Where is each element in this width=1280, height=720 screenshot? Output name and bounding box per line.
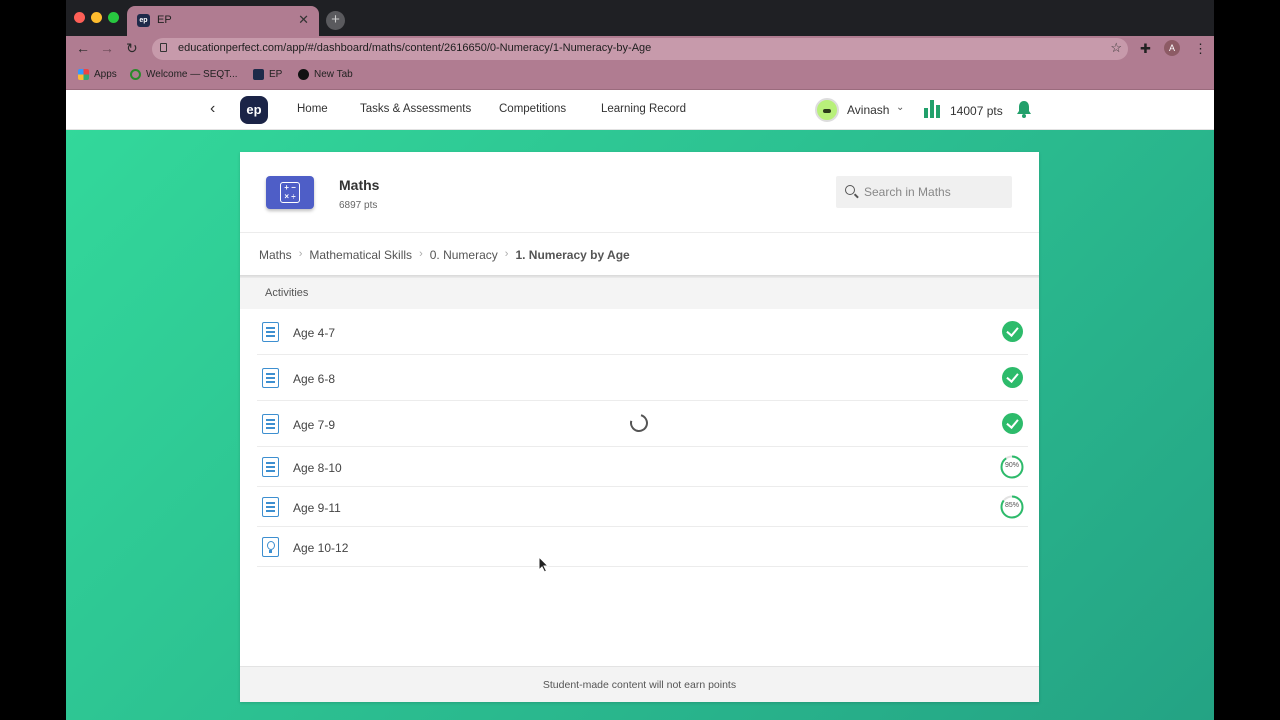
bookmark-label: EP bbox=[269, 69, 283, 80]
top-nav: ‹ ep Home Tasks & Assessments Competitio… bbox=[66, 90, 1214, 130]
breadcrumb-item-current: 1. Numeracy by Age bbox=[515, 248, 630, 262]
search-input[interactable] bbox=[864, 176, 1004, 208]
list-item[interactable]: Age 10-12 bbox=[257, 527, 1028, 567]
list-item[interactable]: Age 6-8 bbox=[257, 355, 1028, 401]
calculator-icon: + − × ÷ bbox=[266, 176, 314, 209]
footer: Student-made content will not earn point… bbox=[240, 666, 1039, 702]
progress-ring: 85% bbox=[1000, 495, 1024, 519]
bookmark-star-icon[interactable]: ☆ bbox=[1110, 40, 1122, 56]
browser-tab-bar: ep EP ✕ + bbox=[66, 0, 1214, 36]
nav-home[interactable]: Home bbox=[297, 103, 328, 115]
user-avatar[interactable] bbox=[815, 98, 839, 122]
subject-icon-symbols: + − × ÷ bbox=[280, 182, 300, 203]
chevron-right-icon: › bbox=[504, 248, 509, 260]
activities-heading: Activities bbox=[265, 287, 309, 299]
breadcrumb-item-numeracy[interactable]: 0. Numeracy bbox=[430, 248, 498, 262]
chevron-down-icon[interactable]: ⌄ bbox=[896, 102, 904, 113]
screen: ep EP ✕ + ← → ↻ educationperfect.com/app… bbox=[66, 0, 1214, 720]
progress-label: 85% bbox=[1004, 502, 1019, 509]
total-points: 14007 pts bbox=[950, 104, 1003, 118]
apps-grid-icon bbox=[78, 69, 89, 80]
cursor-arrow bbox=[538, 556, 550, 573]
nav-learning-record[interactable]: Learning Record bbox=[601, 103, 686, 115]
activity-label: Age 8-10 bbox=[293, 461, 342, 475]
lightbulb-icon bbox=[262, 537, 279, 557]
app-area: ‹ ep Home Tasks & Assessments Competitio… bbox=[66, 90, 1214, 720]
new-tab-button[interactable]: + bbox=[326, 11, 345, 30]
bookmark-ep[interactable]: EP bbox=[253, 69, 282, 80]
list-document-icon bbox=[262, 368, 279, 388]
extensions-puzzle-icon[interactable]: ✚ bbox=[1140, 41, 1151, 57]
ep-favicon-icon: ep bbox=[137, 14, 150, 27]
activity-label: Age 9-11 bbox=[293, 501, 341, 515]
minimize-window-button[interactable] bbox=[91, 12, 102, 23]
activity-label: Age 7-9 bbox=[293, 418, 336, 432]
chevron-right-icon: › bbox=[419, 248, 423, 260]
breadcrumb-item-maths[interactable]: Maths bbox=[259, 248, 292, 262]
check-circle-icon bbox=[1002, 367, 1023, 388]
bookmark-label: New Tab bbox=[314, 69, 353, 80]
username[interactable]: Avinash bbox=[847, 103, 889, 117]
browser-menu-icon[interactable]: ⋮ bbox=[1194, 41, 1207, 57]
circle-icon bbox=[298, 69, 309, 80]
maximize-window-button[interactable] bbox=[108, 12, 119, 23]
bookmark-new-tab[interactable]: New Tab bbox=[298, 69, 353, 80]
bookmark-label: Welcome — SEQT... bbox=[146, 69, 238, 80]
content-card: + − × ÷ Maths 6897 pts Maths › Mathemati… bbox=[240, 152, 1039, 702]
browser-toolbar: ← → ↻ educationperfect.com/app/#/dashboa… bbox=[66, 36, 1214, 62]
subject-search bbox=[836, 176, 1012, 208]
breadcrumb: Maths › Mathematical Skills › 0. Numerac… bbox=[259, 248, 630, 262]
progress-ring: 90% bbox=[1000, 455, 1024, 479]
bookmark-label: Apps bbox=[94, 69, 117, 80]
bookmark-apps[interactable]: Apps bbox=[78, 69, 117, 80]
breadcrumb-item-mathematical-skills[interactable]: Mathematical Skills bbox=[309, 248, 412, 262]
ep-logo[interactable]: ep bbox=[240, 96, 268, 124]
ep-icon bbox=[253, 69, 264, 80]
activity-label: Age 6-8 bbox=[293, 372, 336, 386]
profile-avatar[interactable]: A bbox=[1164, 40, 1180, 56]
activity-label: Age 4-7 bbox=[293, 326, 336, 340]
search-icon bbox=[845, 185, 855, 195]
subject-points: 6897 pts bbox=[339, 200, 378, 211]
globe-icon bbox=[130, 69, 141, 80]
progress-label: 90% bbox=[1004, 462, 1019, 469]
browser-tab[interactable]: ep EP ✕ bbox=[127, 6, 319, 36]
footer-note: Student-made content will not earn point… bbox=[542, 679, 737, 691]
back-chevron-icon[interactable]: ‹ bbox=[210, 100, 215, 118]
list-item[interactable]: Age 4-7 bbox=[257, 309, 1028, 355]
list-document-icon bbox=[262, 322, 279, 342]
activities-header: Activities bbox=[240, 278, 1039, 309]
divider bbox=[240, 232, 1039, 233]
subject-title: Maths bbox=[339, 177, 380, 193]
close-window-button[interactable] bbox=[74, 12, 85, 23]
nav-tasks-assessments[interactable]: Tasks & Assessments bbox=[360, 103, 471, 115]
bookmarks-bar: Apps Welcome — SEQT... EP New Tab bbox=[66, 62, 1214, 90]
chevron-right-icon: › bbox=[298, 248, 303, 260]
list-document-icon bbox=[262, 457, 279, 477]
close-tab-icon[interactable]: ✕ bbox=[298, 12, 309, 28]
bar-chart-icon[interactable] bbox=[924, 100, 942, 118]
bell-icon[interactable] bbox=[1016, 100, 1032, 118]
reload-icon[interactable]: ↻ bbox=[126, 40, 138, 57]
check-circle-icon bbox=[1002, 413, 1023, 434]
list-item[interactable]: Age 8-10 90% bbox=[257, 447, 1028, 487]
check-circle-icon bbox=[1002, 321, 1023, 342]
address-bar[interactable]: educationperfect.com/app/#/dashboard/mat… bbox=[152, 38, 1128, 60]
lock-icon bbox=[160, 43, 167, 52]
url-text: educationperfect.com/app/#/dashboard/mat… bbox=[178, 42, 652, 54]
back-arrow-icon[interactable]: ← bbox=[76, 40, 90, 56]
list-document-icon bbox=[262, 414, 279, 434]
list-item[interactable]: Age 9-11 85% bbox=[257, 487, 1028, 527]
bookmark-welcome[interactable]: Welcome — SEQT... bbox=[130, 69, 238, 80]
nav-competitions[interactable]: Competitions bbox=[499, 103, 566, 115]
tab-title: EP bbox=[157, 14, 172, 26]
list-document-icon bbox=[262, 497, 279, 517]
forward-arrow-icon[interactable]: → bbox=[100, 40, 114, 56]
activity-label: Age 10-12 bbox=[293, 541, 349, 555]
